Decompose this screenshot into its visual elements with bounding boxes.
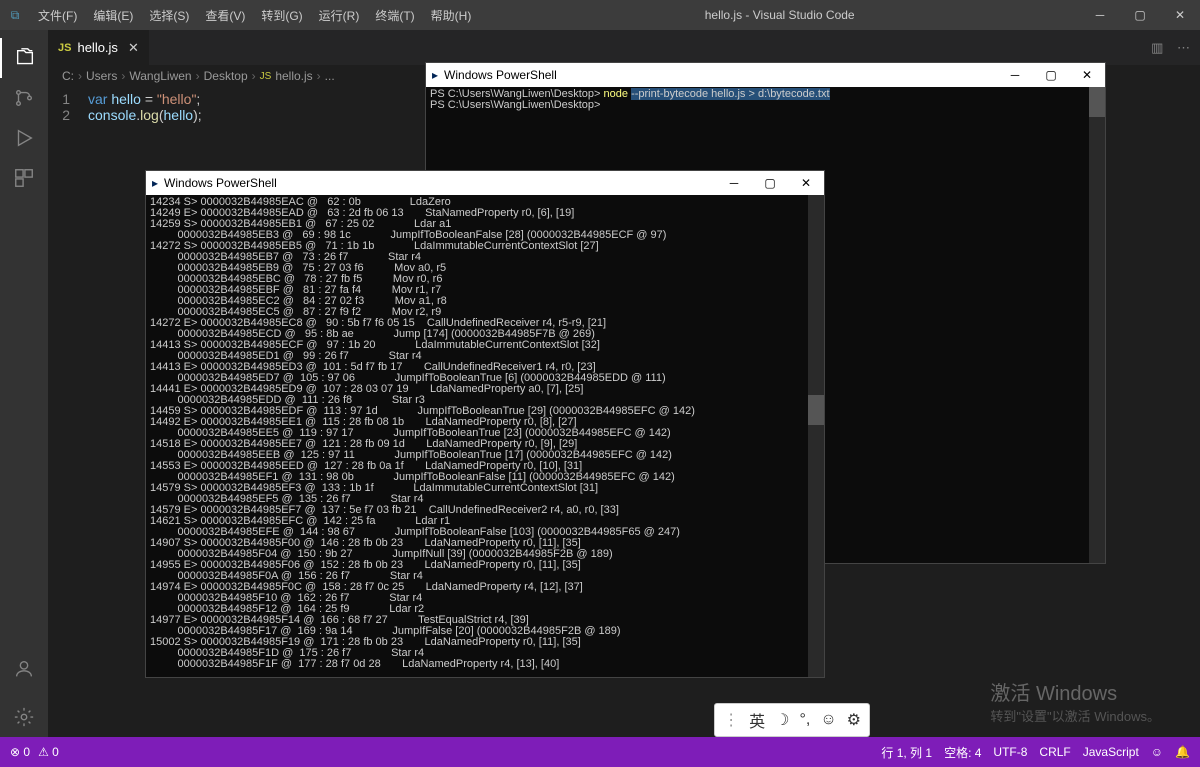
powershell-window-2[interactable]: ▸ Windows PowerShell ─ ▢ ✕ 14234 S> 0000… bbox=[145, 170, 825, 678]
more-icon[interactable]: ⋯ bbox=[1177, 40, 1190, 55]
status-language[interactable]: JavaScript bbox=[1083, 745, 1139, 759]
menu-run[interactable]: 运行(R) bbox=[311, 7, 368, 24]
tab-close-icon[interactable]: ✕ bbox=[128, 40, 139, 56]
ps2-output[interactable]: 14234 S> 0000032B44985EAC @ 62 : 0b LdaZ… bbox=[146, 195, 824, 679]
status-feedback-icon[interactable]: ☺ bbox=[1151, 745, 1163, 759]
source-control-icon[interactable] bbox=[0, 78, 48, 118]
bc-3[interactable]: Desktop bbox=[204, 69, 248, 83]
menu-file[interactable]: 文件(F) bbox=[30, 7, 85, 24]
run-debug-icon[interactable] bbox=[0, 118, 48, 158]
menu-help[interactable]: 帮助(H) bbox=[423, 7, 480, 24]
tab-hello-js[interactable]: JS hello.js ✕ bbox=[48, 30, 149, 65]
ime-lang[interactable]: 英 bbox=[749, 708, 765, 732]
maximize-icon[interactable]: ▢ bbox=[1120, 8, 1160, 22]
ps2-maximize-icon[interactable]: ▢ bbox=[752, 177, 788, 189]
tab-label: hello.js bbox=[77, 40, 117, 55]
window-title: hello.js - Visual Studio Code bbox=[479, 8, 1080, 22]
powershell-icon: ▸ bbox=[432, 69, 438, 81]
ime-toolbar[interactable]: ⋮ 英 ☽ °, ☺ ⚙ bbox=[714, 703, 870, 737]
ime-emoji-icon[interactable]: ☺ bbox=[820, 711, 836, 729]
editor-tabs: JS hello.js ✕ ▥ ⋯ bbox=[48, 30, 1200, 65]
ps1-minimize-icon[interactable]: ─ bbox=[997, 69, 1033, 81]
bc-5[interactable]: ... bbox=[325, 69, 335, 83]
ps2-title: Windows PowerShell bbox=[164, 177, 277, 189]
menu-select[interactable]: 选择(S) bbox=[141, 7, 197, 24]
bc-4[interactable]: hello.js bbox=[275, 69, 312, 83]
close-icon[interactable]: ✕ bbox=[1160, 8, 1200, 22]
ime-punct-icon[interactable]: °, bbox=[799, 711, 810, 729]
ps2-scrollbar[interactable] bbox=[808, 195, 824, 677]
bc-1[interactable]: Users bbox=[86, 69, 117, 83]
powershell-icon: ▸ bbox=[152, 177, 158, 189]
ps1-maximize-icon[interactable]: ▢ bbox=[1033, 69, 1069, 81]
menu-view[interactable]: 查看(V) bbox=[197, 7, 253, 24]
status-eol[interactable]: CRLF bbox=[1039, 745, 1070, 759]
menu-terminal[interactable]: 终端(T) bbox=[367, 7, 422, 24]
ime-settings-icon[interactable]: ⚙ bbox=[847, 710, 861, 730]
js-file-icon: JS bbox=[58, 42, 71, 54]
ime-drag-icon[interactable]: ⋮ bbox=[723, 710, 739, 730]
ps1-title: Windows PowerShell bbox=[444, 69, 557, 81]
ime-moon-icon[interactable]: ☽ bbox=[775, 710, 789, 730]
status-bell-icon[interactable]: 🔔 bbox=[1175, 745, 1190, 759]
settings-gear-icon[interactable] bbox=[0, 697, 48, 737]
status-cursor-pos[interactable]: 行 1, 列 1 bbox=[881, 744, 932, 761]
account-icon[interactable] bbox=[0, 649, 48, 689]
minimize-icon[interactable]: ─ bbox=[1080, 8, 1120, 22]
status-encoding[interactable]: UTF-8 bbox=[993, 745, 1027, 759]
status-indent[interactable]: 空格: 4 bbox=[944, 744, 981, 761]
js-file-icon: JS bbox=[260, 71, 272, 82]
ps1-close-icon[interactable]: ✕ bbox=[1069, 69, 1105, 81]
windows-activation-watermark: 激活 Windows 转到"设置"以激活 Windows。 bbox=[990, 677, 1160, 725]
extensions-icon[interactable] bbox=[0, 158, 48, 198]
bc-2[interactable]: WangLiwen bbox=[129, 69, 191, 83]
menu-goto[interactable]: 转到(G) bbox=[253, 7, 310, 24]
status-warnings[interactable]: ⚠ 0 bbox=[38, 745, 59, 759]
split-editor-icon[interactable]: ▥ bbox=[1151, 40, 1163, 55]
ps2-close-icon[interactable]: ✕ bbox=[788, 177, 824, 189]
explorer-icon[interactable] bbox=[0, 38, 48, 78]
activity-bar bbox=[0, 30, 48, 737]
vscode-logo-icon: ⧉ bbox=[0, 8, 30, 23]
menu-bar: 文件(F) 编辑(E) 选择(S) 查看(V) 转到(G) 运行(R) 终端(T… bbox=[30, 7, 479, 24]
ps1-scrollbar[interactable] bbox=[1089, 87, 1105, 563]
line-number: 1 bbox=[48, 91, 88, 107]
status-bar: ⊗ 0 ⚠ 0 行 1, 列 1 空格: 4 UTF-8 CRLF JavaSc… bbox=[0, 737, 1200, 767]
ps2-minimize-icon[interactable]: ─ bbox=[716, 177, 752, 189]
menu-edit[interactable]: 编辑(E) bbox=[85, 7, 141, 24]
status-errors[interactable]: ⊗ 0 bbox=[10, 745, 30, 759]
bc-0[interactable]: C: bbox=[62, 69, 74, 83]
titlebar: ⧉ 文件(F) 编辑(E) 选择(S) 查看(V) 转到(G) 运行(R) 终端… bbox=[0, 0, 1200, 30]
line-number: 2 bbox=[48, 107, 88, 123]
